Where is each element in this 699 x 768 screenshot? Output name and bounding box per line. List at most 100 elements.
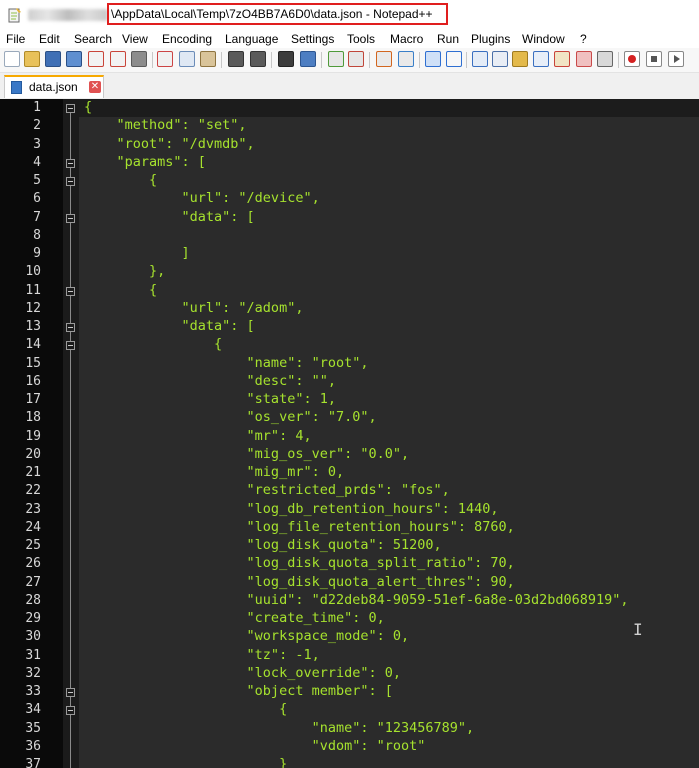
function-list-icon[interactable] bbox=[533, 51, 549, 67]
undo-icon[interactable] bbox=[228, 51, 244, 67]
menu-tools[interactable]: Tools bbox=[347, 32, 375, 46]
line-number: 34 bbox=[25, 702, 41, 718]
menu-plugins[interactable]: Plugins bbox=[471, 32, 510, 46]
code-line[interactable]: "restricted_prds": "fos", bbox=[84, 482, 450, 498]
cut-icon[interactable] bbox=[157, 51, 173, 67]
document-map-icon[interactable] bbox=[512, 51, 528, 67]
code-line[interactable]: "mig_os_ver": "0.0", bbox=[84, 446, 410, 462]
file-icon bbox=[11, 81, 22, 94]
code-line[interactable]: { bbox=[84, 282, 157, 298]
code-line[interactable]: "state": 1, bbox=[84, 391, 336, 407]
fold-toggle-icon[interactable] bbox=[66, 104, 75, 113]
find-icon[interactable] bbox=[278, 51, 294, 67]
play-macro-icon[interactable] bbox=[668, 51, 684, 67]
redo-icon[interactable] bbox=[250, 51, 266, 67]
fold-toggle-icon[interactable] bbox=[66, 286, 75, 296]
paste-icon[interactable] bbox=[200, 51, 216, 67]
close-icon[interactable] bbox=[88, 51, 104, 67]
menu-language[interactable]: Language bbox=[225, 32, 278, 46]
code-line[interactable]: { bbox=[84, 701, 287, 717]
code-line[interactable]: "vdom": "root" bbox=[84, 738, 426, 754]
code-line[interactable]: "root": "/dvmdb", bbox=[84, 136, 255, 152]
code-line[interactable]: "workspace_mode": 0, bbox=[84, 628, 410, 644]
code-line[interactable]: { bbox=[84, 99, 92, 115]
code-line[interactable]: "desc": "", bbox=[84, 373, 336, 389]
sync-horizontal-icon[interactable] bbox=[398, 51, 414, 67]
code-line[interactable]: { bbox=[84, 336, 222, 352]
line-number: 30 bbox=[25, 629, 41, 645]
zoom-out-icon[interactable] bbox=[348, 51, 364, 67]
code-editor[interactable]: 1 {2 "method": "set", 3 "root": "/dvmdb", 4… bbox=[0, 99, 699, 768]
fold-toggle-icon[interactable] bbox=[66, 177, 75, 186]
code-line[interactable]: "name": "123456789", bbox=[84, 720, 475, 736]
code-line[interactable]: "data": [ bbox=[84, 318, 255, 334]
code-line[interactable]: "lock_override": 0, bbox=[84, 665, 401, 681]
language-icon[interactable] bbox=[492, 51, 508, 67]
stop-macro-icon[interactable] bbox=[646, 51, 662, 67]
code-line[interactable]: "data": [ bbox=[84, 209, 255, 225]
fold-toggle-icon[interactable] bbox=[66, 706, 75, 716]
show-all-characters-icon[interactable] bbox=[446, 51, 462, 67]
code-line[interactable]: "os_ver": "7.0", bbox=[84, 409, 377, 425]
code-line[interactable]: "log_disk_quota_alert_thres": 90, bbox=[84, 574, 515, 590]
menu-settings[interactable]: Settings bbox=[291, 32, 334, 46]
code-line[interactable]: "log_db_retention_hours": 1440, bbox=[84, 501, 499, 517]
code-line[interactable]: } bbox=[84, 756, 287, 768]
code-line[interactable]: }, bbox=[84, 263, 165, 279]
indent-guide-icon[interactable] bbox=[472, 51, 488, 67]
fold-toggle-icon[interactable] bbox=[66, 341, 75, 351]
code-line[interactable]: "log_disk_quota": 51200, bbox=[84, 537, 442, 553]
record-macro-icon[interactable] bbox=[624, 51, 640, 67]
folder-as-workspace-icon[interactable] bbox=[554, 51, 570, 67]
code-line[interactable]: "url": "/adom", bbox=[84, 300, 304, 316]
sync-vertical-icon[interactable] bbox=[376, 51, 392, 67]
code-line[interactable]: "create_time": 0, bbox=[84, 610, 385, 626]
code-line[interactable]: "method": "set", bbox=[84, 117, 247, 133]
fold-toggle-icon[interactable] bbox=[66, 688, 75, 697]
new-file-icon[interactable] bbox=[4, 51, 20, 67]
menu-search[interactable]: Search bbox=[74, 32, 112, 46]
code-line[interactable]: "mig_mr": 0, bbox=[84, 464, 345, 480]
menu-window[interactable]: Window bbox=[522, 32, 565, 46]
title-bar[interactable]: \AppData\Local\Temp\7zO4BB7A6D0\data.jso… bbox=[0, 0, 699, 30]
word-wrap-icon[interactable] bbox=[425, 51, 441, 67]
code-line[interactable]: { bbox=[84, 172, 157, 188]
code-line[interactable]: "mr": 4, bbox=[84, 428, 312, 444]
code-line[interactable]: "log_file_retention_hours": 8760, bbox=[84, 519, 515, 535]
code-line[interactable]: "log_disk_quota_split_ratio": 70, bbox=[84, 555, 515, 571]
menu-run[interactable]: Run bbox=[437, 32, 459, 46]
code-line[interactable]: ] bbox=[84, 245, 190, 261]
stop-square-icon bbox=[651, 56, 657, 62]
fold-toggle-icon[interactable] bbox=[66, 323, 75, 332]
menu-bar: File Edit Search View Encoding Language … bbox=[0, 30, 699, 48]
line-number: 35 bbox=[25, 720, 41, 736]
menu-help[interactable]: ? bbox=[580, 32, 587, 46]
code-line[interactable]: "name": "root", bbox=[84, 355, 369, 371]
menu-macro[interactable]: Macro bbox=[390, 32, 423, 46]
code-line[interactable]: "object member": [ bbox=[84, 683, 393, 699]
menu-edit[interactable]: Edit bbox=[39, 32, 60, 46]
menu-file[interactable]: File bbox=[6, 32, 25, 46]
code-line[interactable]: "params": [ bbox=[84, 154, 206, 170]
eye-icon[interactable] bbox=[597, 51, 613, 67]
save-icon[interactable] bbox=[45, 51, 61, 67]
replace-icon[interactable] bbox=[300, 51, 316, 67]
close-tab-icon[interactable]: ✕ bbox=[89, 81, 101, 93]
code-line[interactable]: "uuid": "d22deb84-9059-51ef-6a8e-03d2bd0… bbox=[84, 592, 629, 608]
print-icon[interactable] bbox=[131, 51, 147, 67]
open-file-icon[interactable] bbox=[24, 51, 40, 67]
monitoring-icon[interactable] bbox=[576, 51, 592, 67]
fold-toggle-icon[interactable] bbox=[66, 213, 75, 223]
zoom-in-icon[interactable] bbox=[328, 51, 344, 67]
line-number: 22 bbox=[25, 483, 41, 499]
close-all-icon[interactable] bbox=[110, 51, 126, 67]
menu-encoding[interactable]: Encoding bbox=[162, 32, 212, 46]
fold-toggle-icon[interactable] bbox=[66, 158, 75, 168]
code-line[interactable]: "url": "/device", bbox=[84, 190, 320, 206]
copy-icon[interactable] bbox=[179, 51, 195, 67]
tab-data-json[interactable]: data.json ✕ bbox=[4, 75, 104, 98]
code-line[interactable]: "tz": -1, bbox=[84, 647, 320, 663]
toolbar bbox=[0, 48, 699, 73]
menu-view[interactable]: View bbox=[122, 32, 148, 46]
save-all-icon[interactable] bbox=[66, 51, 82, 67]
